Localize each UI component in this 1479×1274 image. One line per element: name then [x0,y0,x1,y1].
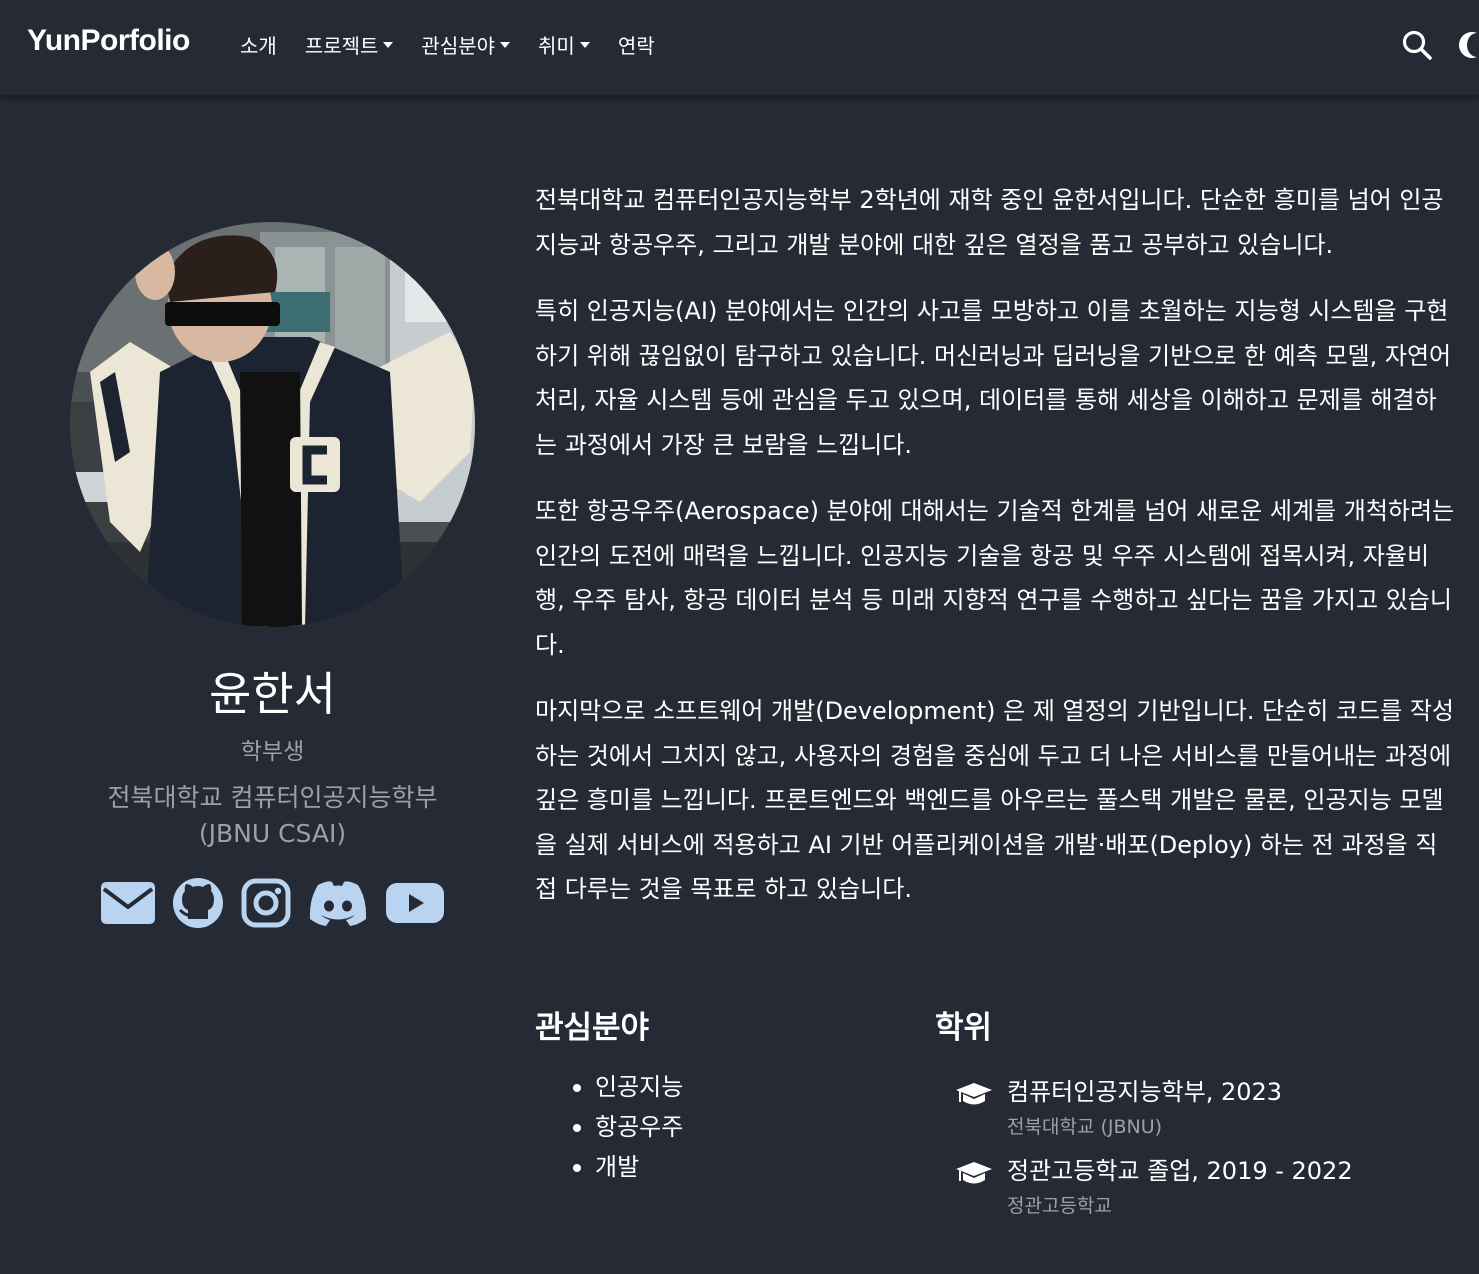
caret-down-icon [383,41,394,48]
interests-heading: 관심분야 [535,1010,650,1046]
profile-name: 윤한서 [209,667,336,721]
nav-item-about[interactable]: 소개 [240,30,277,59]
social-links [100,877,445,933]
nav-item-interests[interactable]: 관심분야 [421,30,511,59]
nav-item-label: 관심분야 [421,34,496,58]
list-item: 인공지능 [571,1067,683,1107]
nav-item-contact[interactable]: 연락 [618,30,655,59]
affiliation-line: (JBNU CSAI) [198,819,347,848]
affiliation-line: 전북대학교 컴퓨터인공지능학부 [107,783,438,812]
list-item: 개발 [571,1147,683,1187]
nav-item-label: 연락 [617,34,655,58]
top-navbar: YunPorfolio 소개 프로젝트 관심분야 취미 연락 [0,0,1479,97]
about-paragraph: 마지막으로 소프트웨어 개발(Development) 은 제 열정의 기반입니… [535,697,1454,903]
about-paragraph: 또한 항공우주(Aerospace) 분야에 대해서는 기술적 한계를 넘어 새… [535,497,1455,659]
degree-title: 정관고등학교 졸업, 2019 - 2022 [1007,1157,1353,1185]
nav-item-label: 프로젝트 [304,34,379,58]
about-section: 전북대학교 컴퓨터인공지능학부 2학년에 재학 중인 윤한서입니다. 단순한 흥… [535,178,1455,934]
search-icon[interactable] [1401,29,1433,61]
nav-item-hobbies[interactable]: 취미 [538,30,590,59]
profile-role: 학부생 [240,739,305,765]
caret-down-icon [579,41,590,48]
nav-menu: 소개 프로젝트 관심분야 취미 연락 [240,30,683,59]
dark-mode-moon-icon[interactable] [1455,30,1479,60]
education-heading: 학위 [935,1010,993,1046]
graduation-cap-icon [955,1082,993,1108]
nav-item-label: 소개 [240,34,277,58]
about-paragraph: 전북대학교 컴퓨터인공지능학부 2학년에 재학 중인 윤한서입니다. 단순한 흥… [535,186,1444,259]
discord-icon[interactable] [306,879,370,931]
degree-institution: 정관고등학교 [1007,1195,1112,1217]
profile-affiliation: 전북대학교 컴퓨터인공지능학부 (JBNU CSAI) [60,780,485,852]
interests-list: 인공지능 항공우주 개발 [571,1067,683,1187]
youtube-icon[interactable] [385,881,445,929]
nav-item-label: 취미 [538,34,575,58]
degree-institution: 전북대학교 (JBNU) [1007,1116,1163,1138]
email-icon[interactable] [100,881,156,929]
github-icon[interactable] [171,877,225,933]
about-paragraph: 특히 인공지능(AI) 분야에서는 인간의 사고를 모방하고 이를 초월하는 지… [535,297,1452,459]
degree-title: 컴퓨터인공지능학부, 2023 [1007,1078,1283,1106]
site-brand[interactable]: YunPorfolio [27,24,190,58]
nav-item-projects[interactable]: 프로젝트 [305,30,394,59]
profile-photo [70,222,475,627]
caret-down-icon [500,41,511,48]
list-item: 항공우주 [571,1107,683,1147]
instagram-icon[interactable] [241,878,291,932]
graduation-cap-icon [955,1161,993,1187]
